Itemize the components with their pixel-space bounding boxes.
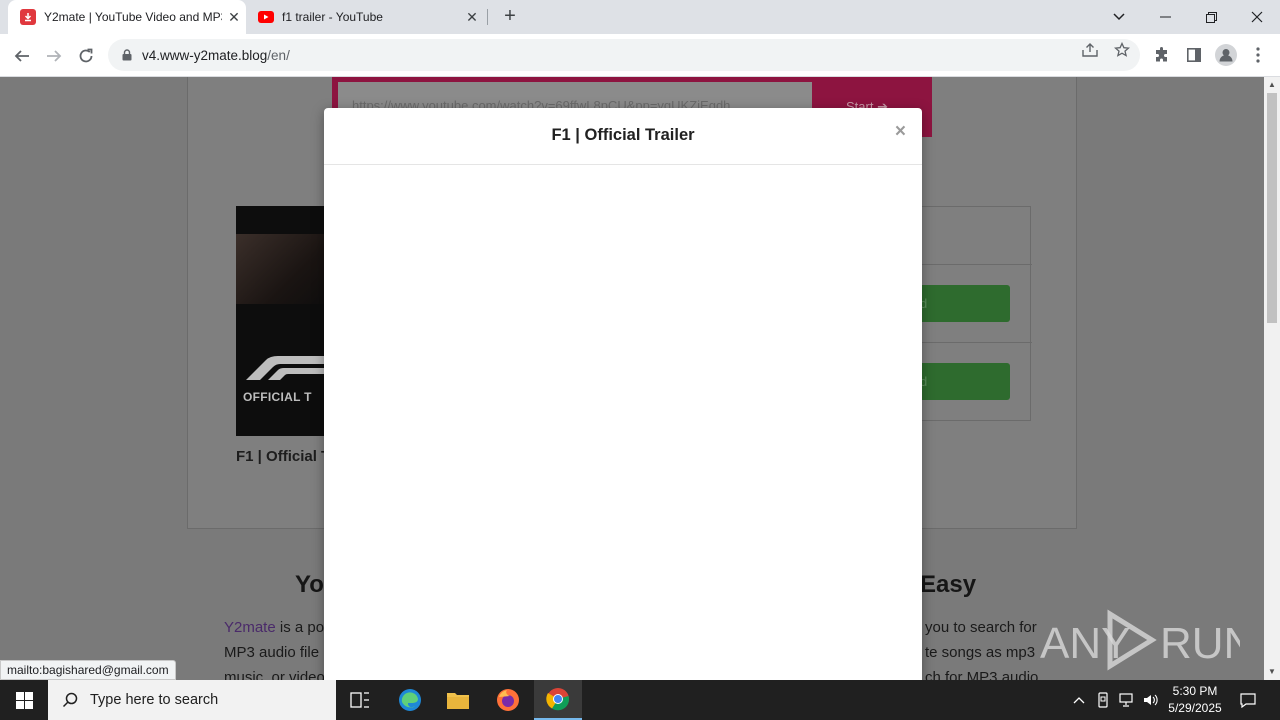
anyrun-watermark: ANY RUN xyxy=(1040,609,1240,671)
forward-icon[interactable] xyxy=(40,42,68,70)
tab-youtube[interactable]: f1 trailer - YouTube ✕ xyxy=(246,0,484,34)
section-heading: Yo xyxy=(295,571,324,598)
tab-bar: Y2mate | YouTube Video and MP3 ✕ f1 trai… xyxy=(0,0,1280,34)
intro-line: MP3 audio file xyxy=(224,644,320,661)
restore-icon[interactable] xyxy=(1188,0,1234,34)
y2mate-link[interactable]: Y2mate xyxy=(224,619,276,636)
video-title: F1 | Official T xyxy=(236,448,331,465)
side-panel-icon[interactable] xyxy=(1180,41,1208,69)
taskbar-search-box[interactable]: Type here to search xyxy=(48,680,336,720)
thumbnail-image xyxy=(236,234,336,304)
network-icon[interactable] xyxy=(1116,680,1138,720)
scroll-down-arrow-icon[interactable]: ▼ xyxy=(1264,664,1280,680)
youtube-icon xyxy=(258,9,274,25)
intro-text: is a po xyxy=(275,619,325,636)
video-preview-modal: F1 | Official Trailer × xyxy=(324,108,922,688)
edge-icon[interactable] xyxy=(386,680,434,720)
search-placeholder: Type here to search xyxy=(90,692,219,708)
notification-icon[interactable] xyxy=(1234,680,1262,720)
volume-icon[interactable] xyxy=(1140,680,1162,720)
clock-time: 5:30 PM xyxy=(1172,684,1218,698)
thumbnail-label: OFFICIAL T xyxy=(243,390,312,404)
chrome-icon[interactable] xyxy=(534,680,582,720)
file-explorer-icon[interactable] xyxy=(434,680,482,720)
task-view-icon[interactable] xyxy=(336,680,384,720)
close-icon[interactable]: × xyxy=(895,121,906,143)
windows-start-icon[interactable] xyxy=(0,680,48,720)
tray-overflow-icon[interactable] xyxy=(1068,680,1090,720)
windows-taskbar: Type here to search 5:30 PM 5/29/2025 xyxy=(0,680,1280,720)
intro-line-right: te songs as mp3 xyxy=(925,644,1036,661)
url-path: /en/ xyxy=(267,47,290,63)
intro-line: Y2mate is a po xyxy=(224,619,324,636)
clock-date: 5/29/2025 xyxy=(1168,701,1222,715)
address-bar[interactable]: v4.www-y2mate.blog/en/ xyxy=(108,39,1140,71)
modal-body xyxy=(324,165,922,685)
menu-kebab-icon[interactable] xyxy=(1244,41,1272,69)
scroll-up-arrow-icon[interactable]: ▲ xyxy=(1264,77,1280,93)
share-icon[interactable] xyxy=(1082,42,1098,58)
video-thumbnail: OFFICIAL T xyxy=(236,206,336,436)
profile-avatar-icon[interactable] xyxy=(1212,41,1240,69)
browser-toolbar: v4.www-y2mate.blog/en/ xyxy=(0,34,1280,77)
tab-y2mate[interactable]: Y2mate | YouTube Video and MP3 ✕ xyxy=(8,0,246,34)
extensions-icon[interactable] xyxy=(1148,41,1176,69)
close-window-icon[interactable] xyxy=(1234,0,1280,34)
modal-title: F1 | Official Trailer xyxy=(551,126,695,144)
intro-line: music, or video xyxy=(224,669,325,680)
reload-icon[interactable] xyxy=(72,42,100,70)
device-icon[interactable] xyxy=(1092,680,1114,720)
tab-title: f1 trailer - YouTube xyxy=(282,10,383,24)
link-status-tooltip: mailto:bagishared@gmail.com xyxy=(0,660,176,680)
close-tab-icon[interactable]: ✕ xyxy=(222,9,246,26)
scrollbar-thumb[interactable] xyxy=(1267,93,1277,323)
tab-separator xyxy=(487,9,488,25)
page-scrollbar[interactable]: ▲ ▼ xyxy=(1264,77,1280,680)
system-clock[interactable]: 5:30 PM 5/29/2025 xyxy=(1160,683,1230,717)
y2mate-download-icon xyxy=(20,9,36,25)
search-icon xyxy=(62,692,78,708)
url-host: v4.www-y2mate.blog xyxy=(142,47,268,63)
f1-logo-icon xyxy=(246,356,324,380)
section-heading-end: Easy xyxy=(920,571,977,598)
modal-header: F1 | Official Trailer × xyxy=(324,108,922,165)
url-text: v4.www-y2mate.blog/en/ xyxy=(142,48,290,63)
svg-text:RUN: RUN xyxy=(1160,619,1240,668)
minimize-icon[interactable] xyxy=(1142,0,1188,34)
new-tab-button[interactable]: + xyxy=(498,5,522,29)
firefox-icon[interactable] xyxy=(484,680,532,720)
back-icon[interactable] xyxy=(8,42,36,70)
intro-line-right: ch for MP3 audio xyxy=(925,669,1039,680)
intro-line-right: you to search for xyxy=(925,619,1037,636)
tab-title: Y2mate | YouTube Video and MP3 xyxy=(44,10,222,24)
tab-search-icon[interactable] xyxy=(1096,0,1142,34)
lock-icon[interactable] xyxy=(120,48,134,62)
close-tab-icon[interactable]: ✕ xyxy=(460,9,484,26)
bookmark-star-icon[interactable] xyxy=(1114,42,1130,58)
